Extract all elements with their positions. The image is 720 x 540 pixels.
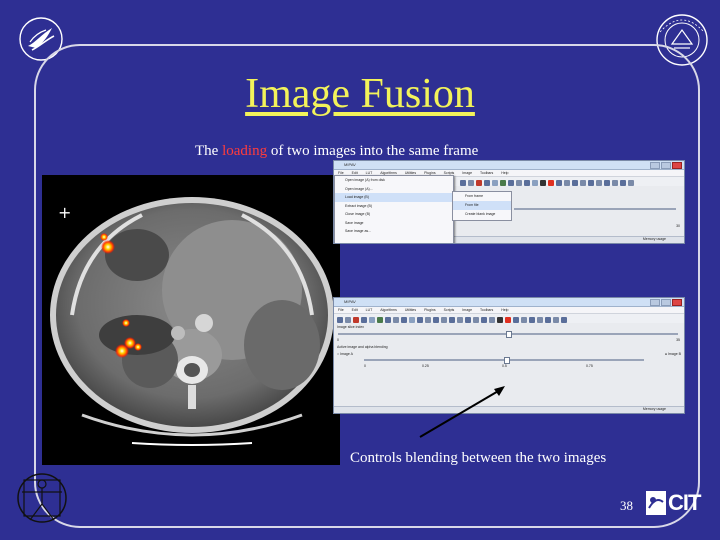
slide: Image Fusion The loading of two images i… [0,0,720,540]
cit-logo-text: CIT [668,490,701,515]
page-number: 38 [620,498,633,513]
vitruvian-man-logo [17,473,67,523]
cit-logo-icon [646,491,666,515]
caption: Controls blending between the two images [350,450,607,466]
